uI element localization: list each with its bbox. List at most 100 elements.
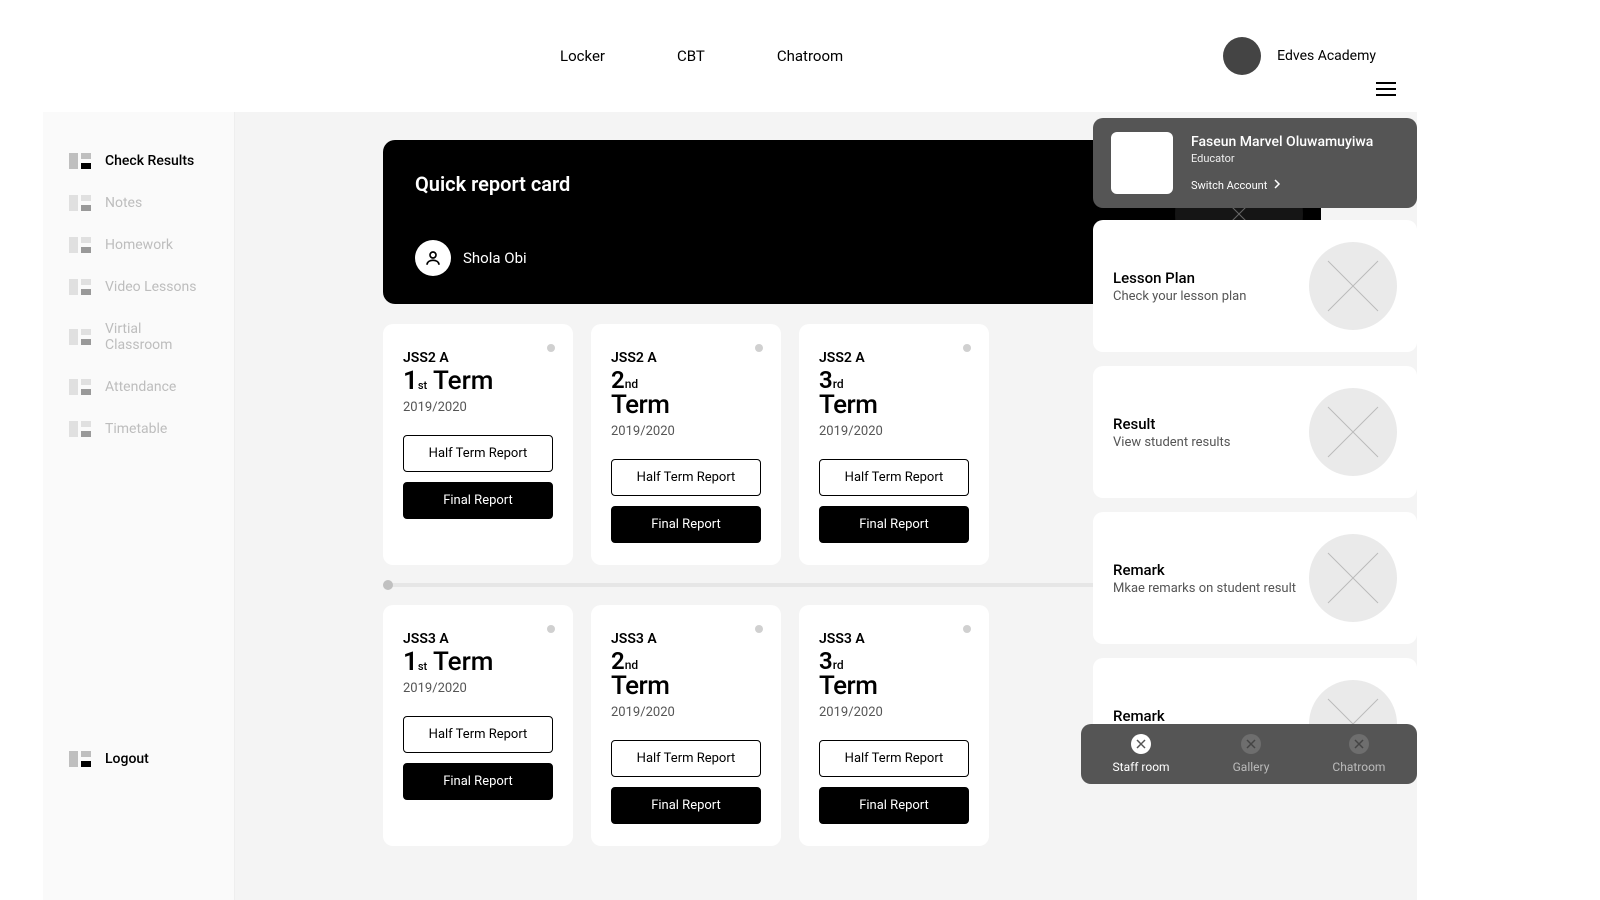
topnav: Locker CBT Chatroom — [560, 47, 843, 65]
grid-icon — [69, 195, 91, 211]
half-term-report-button[interactable]: Half Term Report — [403, 716, 553, 753]
half-term-report-button[interactable]: Half Term Report — [403, 435, 553, 472]
bottom-nav-chatroom[interactable]: Chatroom — [1332, 734, 1385, 774]
panel-subtitle: Mkae remarks on student result — [1113, 581, 1296, 596]
sidebar-item-logout[interactable]: Logout — [43, 738, 234, 780]
half-term-report-button[interactable]: Half Term Report — [611, 459, 761, 496]
panel-subtitle: View student results — [1113, 435, 1231, 450]
status-dot — [547, 625, 555, 633]
final-report-button[interactable]: Final Report — [403, 763, 553, 800]
sidebar-label: Timetable — [105, 421, 167, 437]
term-word: Term — [819, 671, 969, 701]
class-label: JSS3 A — [611, 631, 761, 647]
grid-icon — [69, 279, 91, 295]
grid-icon — [69, 153, 91, 169]
panel-image-placeholder — [1309, 534, 1397, 622]
scroll-thumb[interactable] — [383, 580, 393, 590]
chevron-right-icon — [1273, 179, 1281, 192]
nav-cbt[interactable]: CBT — [677, 47, 705, 65]
nav-locker[interactable]: Locker — [560, 47, 605, 65]
x-icon — [1349, 734, 1369, 754]
nav-chatroom[interactable]: Chatroom — [777, 47, 843, 65]
term-line: 1st Term — [403, 647, 553, 677]
status-dot — [755, 344, 763, 352]
session-label: 2019/2020 — [611, 424, 761, 439]
academy-block[interactable]: Edves Academy — [1223, 37, 1376, 75]
grid-icon — [69, 379, 91, 395]
hero-user-name: Shola Obi — [463, 249, 527, 267]
final-report-button[interactable]: Final Report — [403, 482, 553, 519]
sidebar-item-check-results[interactable]: Check Results — [43, 140, 234, 182]
sidebar-label: Video Lessons — [105, 279, 196, 295]
switch-account-link[interactable]: Switch Account — [1191, 179, 1373, 192]
panel-title: Remark — [1113, 707, 1296, 725]
sidebar-label: Virtial Classroom — [105, 321, 208, 353]
panel-subtitle: Check your lesson plan — [1113, 289, 1246, 304]
panel-list: Lesson Plan Check your lesson plan Resul… — [1093, 220, 1417, 778]
class-label: JSS2 A — [819, 350, 969, 366]
status-dot — [547, 344, 555, 352]
hamburger-icon[interactable] — [1376, 82, 1396, 96]
academy-avatar — [1223, 37, 1261, 75]
report-card: JSS2 A 2nd Term 2019/2020 Half Term Repo… — [591, 324, 781, 565]
sidebar-item-timetable[interactable]: Timetable — [43, 408, 234, 450]
class-label: JSS3 A — [819, 631, 969, 647]
class-label: JSS2 A — [403, 350, 553, 366]
status-dot — [963, 344, 971, 352]
bottom-label: Chatroom — [1332, 760, 1385, 774]
term-line: 1st Term — [403, 366, 553, 396]
profile-role: Educator — [1191, 152, 1373, 165]
report-card: JSS3 A 3rd Term 2019/2020 Half Term Repo… — [799, 605, 989, 846]
term-number: 2nd — [611, 368, 761, 392]
sidebar-label: Attendance — [105, 379, 176, 395]
final-report-button[interactable]: Final Report — [819, 506, 969, 543]
panel-title: Result — [1113, 415, 1231, 433]
half-term-report-button[interactable]: Half Term Report — [611, 740, 761, 777]
final-report-button[interactable]: Final Report — [611, 506, 761, 543]
sidebar-item-notes[interactable]: Notes — [43, 182, 234, 224]
x-icon — [1241, 734, 1261, 754]
panel-image-placeholder — [1309, 388, 1397, 476]
panel-card[interactable]: Remark Mkae remarks on student result — [1093, 512, 1417, 644]
grid-icon — [69, 329, 91, 345]
session-label: 2019/2020 — [819, 705, 969, 720]
x-icon — [1131, 734, 1151, 754]
profile-avatar — [1111, 132, 1173, 194]
sidebar-label: Notes — [105, 195, 142, 211]
panel-title: Remark — [1113, 561, 1296, 579]
status-dot — [755, 625, 763, 633]
bottom-nav-staff[interactable]: Staff room — [1113, 734, 1170, 774]
sidebar-label: Check Results — [105, 153, 194, 169]
sidebar-item-attendance[interactable]: Attendance — [43, 366, 234, 408]
bottom-label: Staff room — [1113, 760, 1170, 774]
sidebar: Check Results Notes Homework Video Lesso… — [43, 112, 235, 900]
half-term-report-button[interactable]: Half Term Report — [819, 740, 969, 777]
grid-icon — [69, 751, 91, 767]
term-number: 3rd — [819, 649, 969, 673]
final-report-button[interactable]: Final Report — [611, 787, 761, 824]
term-number: 3rd — [819, 368, 969, 392]
panel-card[interactable]: Result View student results — [1093, 366, 1417, 498]
sidebar-item-video-lessons[interactable]: Video Lessons — [43, 266, 234, 308]
grid-icon — [69, 237, 91, 253]
half-term-report-button[interactable]: Half Term Report — [819, 459, 969, 496]
bottom-nav: Staff room Gallery Chatroom — [1081, 724, 1417, 784]
session-label: 2019/2020 — [403, 681, 553, 696]
profile-name: Faseun Marvel Oluwamuyiwa — [1191, 134, 1373, 150]
panel-title: Lesson Plan — [1113, 269, 1246, 287]
academy-name: Edves Academy — [1277, 48, 1376, 64]
sidebar-label: Homework — [105, 237, 173, 253]
panel-card[interactable]: Lesson Plan Check your lesson plan — [1093, 220, 1417, 352]
class-label: JSS3 A — [403, 631, 553, 647]
session-label: 2019/2020 — [403, 400, 553, 415]
term-number: 2nd — [611, 649, 761, 673]
final-report-button[interactable]: Final Report — [819, 787, 969, 824]
term-word: Term — [611, 390, 761, 420]
profile-card: Faseun Marvel Oluwamuyiwa Educator Switc… — [1093, 118, 1417, 208]
sidebar-item-homework[interactable]: Homework — [43, 224, 234, 266]
grid-icon — [69, 421, 91, 437]
class-label: JSS2 A — [611, 350, 761, 366]
bottom-nav-gallery[interactable]: Gallery — [1233, 734, 1270, 774]
sidebar-item-virtual-classroom[interactable]: Virtial Classroom — [43, 308, 234, 366]
session-label: 2019/2020 — [611, 705, 761, 720]
